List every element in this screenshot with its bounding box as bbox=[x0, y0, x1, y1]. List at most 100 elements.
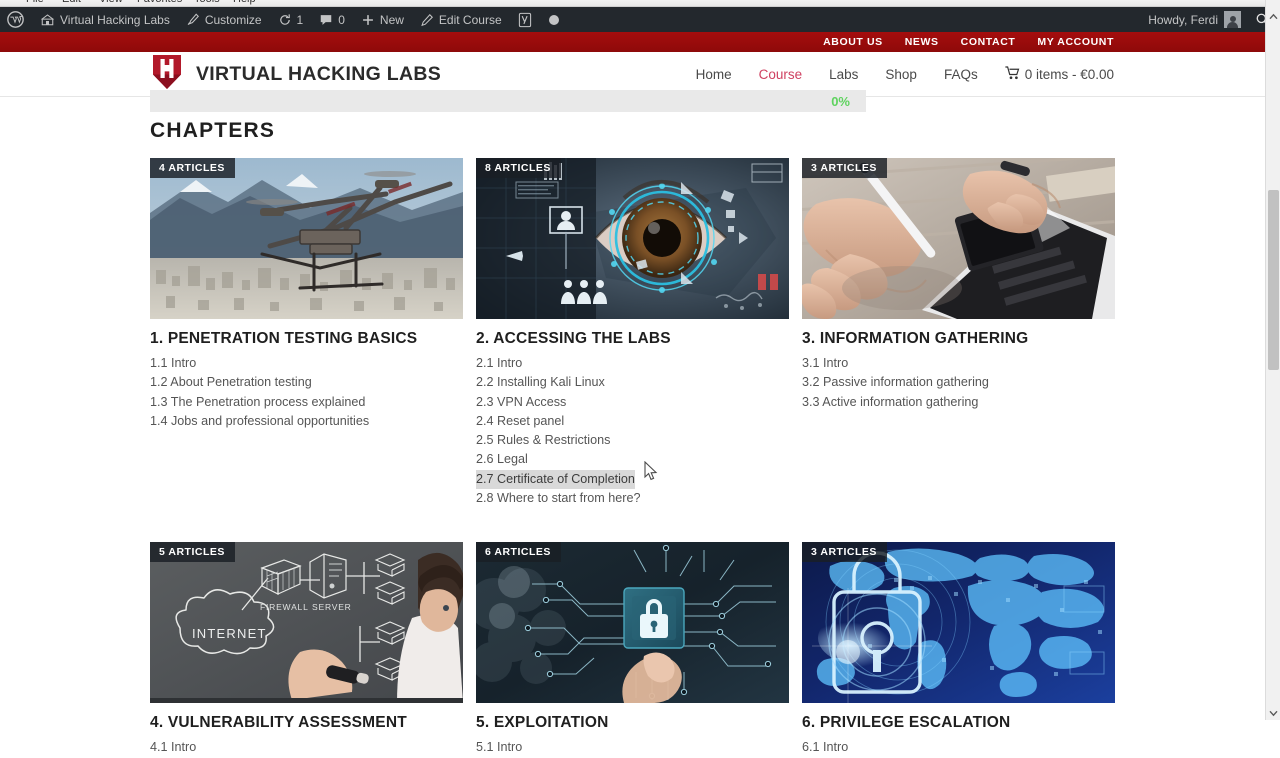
lesson-label[interactable]: 3.1 Intro bbox=[802, 356, 848, 370]
lesson-label[interactable]: 1.4 Jobs and professional opportunities bbox=[150, 414, 369, 428]
nav-faqs[interactable]: FAQs bbox=[944, 67, 978, 82]
nav-contact[interactable]: CONTACT bbox=[961, 36, 1016, 48]
admin-bar-new[interactable]: New bbox=[353, 7, 412, 32]
nav-news[interactable]: NEWS bbox=[905, 36, 939, 48]
nav-home[interactable]: Home bbox=[696, 67, 732, 82]
biometric-eye-scan-image bbox=[476, 158, 789, 319]
scrollbar-thumb[interactable] bbox=[1268, 190, 1279, 370]
browser-menu-edit[interactable]: Edit bbox=[62, 0, 81, 5]
lesson-label[interactable]: 4.1 Intro bbox=[150, 740, 196, 754]
lesson-item: 2.6 Legal bbox=[476, 450, 528, 469]
admin-bar-customize[interactable]: Customize bbox=[178, 7, 270, 32]
chapter-card-2[interactable]: 8 ARTICLES 2. ACCESSING THE LABS 2.1 Int… bbox=[476, 158, 789, 508]
course-content: 0% CHAPTERS 4 ARTICLES 1. PENETRATION TE… bbox=[0, 90, 1280, 754]
dot-icon bbox=[548, 14, 560, 26]
chapter-card-6[interactable]: 3 ARTICLES 6. PRIVILEGE ESCALATION 6.1 I… bbox=[802, 542, 1115, 757]
paintbrush-icon bbox=[186, 12, 200, 27]
chapter-card-1[interactable]: 4 ARTICLES 1. PENETRATION TESTING BASICS… bbox=[150, 158, 463, 508]
nav-shop[interactable]: Shop bbox=[885, 67, 917, 82]
wordpress-admin-bar: Virtual Hacking Labs Customize 1 0 New E… bbox=[0, 7, 1280, 32]
browser-menu-favorites[interactable]: Favorites bbox=[137, 0, 182, 5]
scroll-up-button[interactable] bbox=[1266, 8, 1280, 23]
chapter-thumbnail-2[interactable]: 8 ARTICLES bbox=[476, 158, 789, 319]
nav-my-account[interactable]: MY ACCOUNT bbox=[1037, 36, 1114, 48]
lesson-label[interactable]: 6.1 Intro bbox=[802, 740, 848, 754]
chapter-badge-1: 4 ARTICLES bbox=[150, 158, 235, 178]
user-avatar bbox=[1224, 11, 1241, 28]
lesson-label[interactable]: 1.2 About Penetration testing bbox=[150, 375, 312, 389]
lesson-label[interactable]: 2.6 Legal bbox=[476, 452, 528, 466]
comment-bubble-icon bbox=[319, 13, 333, 27]
admin-bar-comments[interactable]: 0 bbox=[311, 7, 353, 32]
admin-bar-greeting: Howdy, Ferdi bbox=[1148, 12, 1218, 27]
lesson-label[interactable]: 2.2 Installing Kali Linux bbox=[476, 375, 605, 389]
lesson-item: 1.2 About Penetration testing bbox=[150, 373, 312, 392]
cart-link[interactable]: 0 items - €0.00 bbox=[1005, 65, 1114, 83]
image-label-internet: INTERNET bbox=[192, 626, 267, 641]
admin-bar-updates[interactable]: 1 bbox=[270, 7, 312, 32]
lesson-item: 2.4 Reset panel bbox=[476, 412, 564, 431]
chapter-lesson-list-4: 4.1 Intro bbox=[150, 738, 463, 757]
lesson-label[interactable]: 3.2 Passive information gathering bbox=[802, 375, 989, 389]
admin-bar-account-area[interactable]: Howdy, Ferdi bbox=[1148, 11, 1280, 28]
home-icon bbox=[40, 12, 55, 27]
chapter-card-4[interactable]: INTERNET FIREWALL SERVER 5 ARTICLES 4. V… bbox=[150, 542, 463, 757]
browser-menu-view[interactable]: View bbox=[99, 0, 123, 5]
chapter-card-5[interactable]: 6 ARTICLES 5. EXPLOITATION 5.1 Intro bbox=[476, 542, 789, 757]
padlock-world-map-image bbox=[802, 542, 1115, 704]
browser-menu-file[interactable]: File bbox=[26, 0, 44, 5]
scroll-down-button[interactable] bbox=[1266, 705, 1280, 720]
chapter-badge-3: 3 ARTICLES bbox=[802, 158, 887, 178]
wp-logo-button[interactable] bbox=[0, 7, 32, 32]
lesson-item: 5.1 Intro bbox=[476, 738, 522, 757]
admin-bar-edit-course-label: Edit Course bbox=[438, 12, 502, 27]
lesson-label[interactable]: 1.1 Intro bbox=[150, 356, 196, 370]
chapter-thumbnail-3[interactable]: 3 ARTICLES bbox=[802, 158, 1115, 319]
chapter-badge-4: 5 ARTICLES bbox=[150, 542, 235, 563]
admin-bar-site-name-label: Virtual Hacking Labs bbox=[60, 12, 170, 27]
chapter-lesson-list-6: 6.1 Intro bbox=[802, 738, 1115, 757]
chapter-lesson-list-3: 3.1 Intro 3.2 Passive information gather… bbox=[802, 354, 1115, 412]
admin-bar-status-dot[interactable] bbox=[540, 7, 568, 32]
lesson-label[interactable]: 2.1 Intro bbox=[476, 356, 522, 370]
nav-about-us[interactable]: ABOUT US bbox=[823, 36, 883, 48]
lesson-label[interactable]: 2.7 Certificate of Completion bbox=[476, 472, 635, 486]
lesson-label[interactable]: 5.1 Intro bbox=[476, 740, 522, 754]
course-progress-bar: 0% bbox=[150, 90, 866, 112]
site-logo-text: VIRTUAL HACKING LABS bbox=[196, 62, 442, 85]
admin-bar-customize-label: Customize bbox=[204, 12, 262, 27]
chapter-thumbnail-1[interactable]: 4 ARTICLES bbox=[150, 158, 463, 319]
lesson-item: 2.5 Rules & Restrictions bbox=[476, 431, 610, 450]
page-scrollbar[interactable] bbox=[1265, 0, 1280, 720]
lesson-label[interactable]: 2.5 Rules & Restrictions bbox=[476, 433, 610, 447]
course-progress-percent: 0% bbox=[831, 93, 850, 109]
browser-menu-tools[interactable]: Tools bbox=[194, 0, 220, 5]
admin-bar-site-name[interactable]: Virtual Hacking Labs bbox=[32, 7, 178, 32]
lesson-label[interactable]: 2.8 Where to start from here? bbox=[476, 491, 641, 505]
lesson-label[interactable]: 3.3 Active information gathering bbox=[802, 395, 978, 409]
yoast-seo-icon bbox=[518, 12, 532, 28]
lesson-label[interactable]: 2.3 VPN Access bbox=[476, 395, 566, 409]
chapter-thumbnail-4[interactable]: INTERNET FIREWALL SERVER 5 ARTICLES bbox=[150, 542, 463, 704]
browser-menu-help[interactable]: Help bbox=[233, 0, 256, 5]
lesson-item: 2.8 Where to start from here? bbox=[476, 489, 641, 508]
chapter-title-2: 2. ACCESSING THE LABS bbox=[476, 330, 671, 347]
lesson-item: 1.3 The Penetration process explained bbox=[150, 393, 365, 412]
chapter-badge-2: 8 ARTICLES bbox=[476, 158, 561, 178]
browser-menu-bar: File Edit View Favorites Tools Help bbox=[0, 0, 1280, 7]
admin-bar-yoast[interactable] bbox=[510, 7, 540, 32]
chapter-thumbnail-5[interactable]: 6 ARTICLES bbox=[476, 542, 789, 704]
nav-labs[interactable]: Labs bbox=[829, 67, 858, 82]
hands-stylus-tablet-desk-image bbox=[802, 158, 1115, 319]
admin-bar-new-label: New bbox=[379, 12, 404, 27]
chapter-card-3[interactable]: 3 ARTICLES 3. INFORMATION GATHERING 3.1 … bbox=[802, 158, 1115, 508]
drone-over-mountain-city-image bbox=[150, 158, 463, 319]
chapter-badge-6: 3 ARTICLES bbox=[802, 542, 887, 563]
chapter-title-4: 4. VULNERABILITY ASSESSMENT bbox=[150, 714, 407, 732]
nav-course[interactable]: Course bbox=[759, 67, 803, 82]
chapter-title-1: 1. PENETRATION TESTING BASICS bbox=[150, 330, 418, 347]
lesson-label[interactable]: 2.4 Reset panel bbox=[476, 414, 564, 428]
admin-bar-edit-course[interactable]: Edit Course bbox=[412, 7, 510, 32]
lesson-label[interactable]: 1.3 The Penetration process explained bbox=[150, 395, 365, 409]
chapter-thumbnail-6[interactable]: 3 ARTICLES bbox=[802, 542, 1115, 704]
